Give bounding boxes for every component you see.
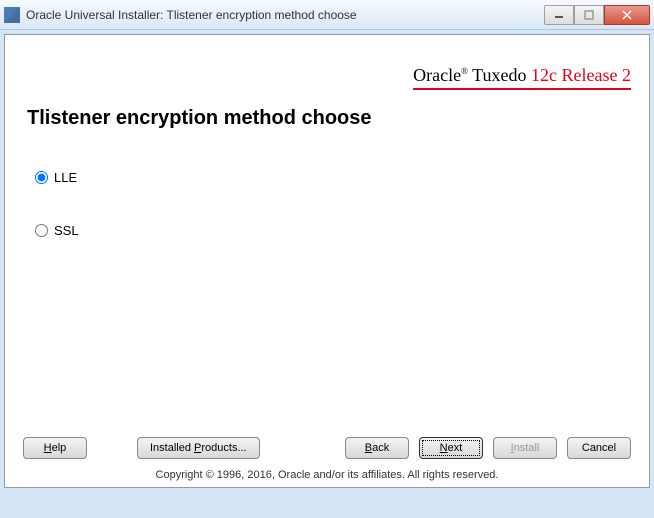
brand-name: Oracle [413, 65, 461, 85]
radio-lle[interactable]: LLE [35, 170, 631, 185]
installed-products-button[interactable]: Installed Products... [137, 437, 260, 459]
titlebar: Oracle Universal Installer: Tlistener en… [0, 0, 654, 30]
encryption-radio-group: LLE SSL [35, 170, 631, 238]
installer-window: Oracle Universal Installer: Tlistener en… [0, 0, 654, 518]
install-button: Install [493, 437, 557, 459]
help-button[interactable]: Help [23, 437, 87, 459]
maximize-button[interactable] [574, 5, 604, 25]
button-bar: Help Installed Products... Back Next Ins… [23, 437, 631, 459]
minimize-button[interactable] [544, 5, 574, 25]
next-button[interactable]: Next [419, 437, 483, 459]
cancel-button[interactable]: Cancel [567, 437, 631, 459]
radio-lle-input[interactable] [35, 171, 48, 184]
close-button[interactable] [604, 5, 650, 25]
copyright-text: Copyright © 1996, 2016, Oracle and/or it… [5, 469, 649, 481]
registered-mark: ® [461, 66, 468, 76]
radio-ssl-label: SSL [54, 223, 79, 238]
brand-version: 12c Release 2 [531, 65, 631, 85]
brand-product: Tuxedo [472, 65, 526, 85]
radio-lle-label: LLE [54, 170, 77, 185]
back-button[interactable]: Back [345, 437, 409, 459]
window-controls [544, 5, 650, 25]
title-text: Oracle Universal Installer: Tlistener en… [26, 8, 544, 22]
page-title: Tlistener encryption method choose [27, 107, 631, 130]
app-icon [4, 7, 20, 23]
brand-label: Oracle® Tuxedo 12c Release 2 [413, 65, 631, 90]
radio-ssl-input[interactable] [35, 224, 48, 237]
content-panel: Oracle® Tuxedo 12c Release 2 Tlistener e… [4, 34, 650, 488]
radio-ssl[interactable]: SSL [35, 223, 631, 238]
